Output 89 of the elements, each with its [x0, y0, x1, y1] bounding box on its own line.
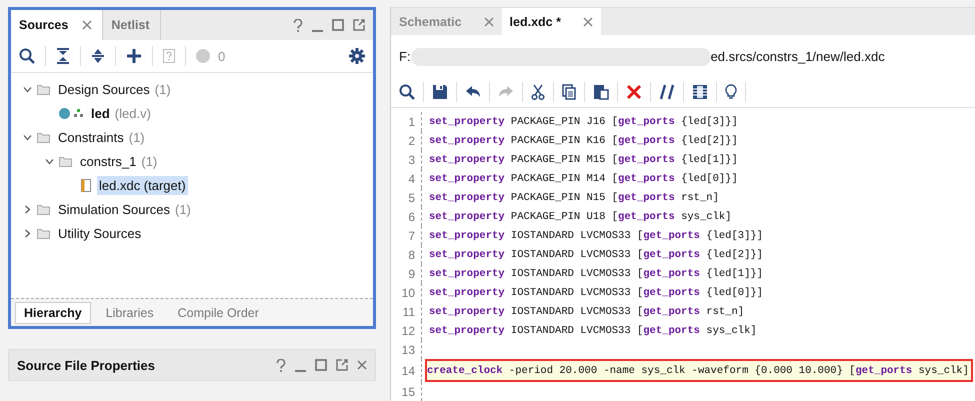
- module-dot-icon: [59, 108, 70, 118]
- line-number: 9: [407, 266, 415, 280]
- item-count: (1): [154, 82, 171, 96]
- code-line: set_property PACKAGE_PIN N15 [get_ports rst_n]: [429, 192, 719, 204]
- tree-item[interactable]: constrs_1: [78, 152, 138, 170]
- panel-tab[interactable]: Netlist: [103, 10, 161, 40]
- lightbulb-icon[interactable]: [725, 84, 737, 100]
- maximize-icon[interactable]: [332, 19, 344, 31]
- code-line: set_property IOSTANDARD LVCMOS33 [get_ports {led[3]}]: [429, 230, 763, 242]
- scissors-icon[interactable]: [531, 84, 545, 100]
- file-path: ed.srcs/constrs_1/new/led.xdc: [710, 49, 885, 64]
- code-line: create_clock -period 20.000 -name sys_clk -waveform {0.000 10.000} [get_ports sys_clk]: [427, 364, 969, 376]
- status-count: 0: [218, 48, 226, 64]
- help-icon[interactable]: [276, 358, 286, 372]
- item-count: (1): [141, 154, 158, 168]
- maximize-icon[interactable]: [315, 359, 327, 371]
- search-icon[interactable]: [399, 84, 415, 100]
- item-count: (1): [175, 202, 191, 216]
- delete-icon[interactable]: [626, 84, 642, 100]
- code-line: set_property IOSTANDARD LVCMOS33 [get_ports sys_clk]: [429, 324, 757, 336]
- float-icon[interactable]: [353, 19, 365, 31]
- code-line: set_property IOSTANDARD LVCMOS33 [get_ports {led[2]}]: [429, 248, 763, 260]
- settings-icon[interactable]: [349, 48, 365, 64]
- item-count: (1): [128, 130, 145, 144]
- collapse-all-icon[interactable]: [56, 48, 70, 64]
- close-icon[interactable]: [582, 16, 593, 27]
- tree-item[interactable]: Simulation Sources: [56, 200, 172, 218]
- line-number: 12: [400, 324, 415, 338]
- panel-tab[interactable]: Sources: [11, 10, 104, 40]
- editor-tab[interactable]: led.xdc *: [502, 8, 601, 36]
- code-line: set_property IOSTANDARD LVCMOS33 [get_ports {led[1]}]: [429, 268, 763, 280]
- item-count: (led.v): [114, 106, 151, 120]
- copy-icon[interactable]: [562, 84, 576, 100]
- column-icon[interactable]: [692, 84, 708, 100]
- view-tab[interactable]: Compile Order: [168, 302, 268, 324]
- line-number: 13: [400, 342, 415, 356]
- line-number: 2: [407, 134, 415, 148]
- code-line: set_property PACKAGE_PIN M14 [get_ports {led[0]}]: [429, 172, 738, 184]
- chevron-down-icon[interactable]: [23, 132, 32, 142]
- close-icon[interactable]: [484, 16, 494, 27]
- chevron-right-icon[interactable]: [23, 204, 32, 214]
- hierarchy-icon: [74, 109, 83, 117]
- folder-icon: [37, 132, 50, 142]
- code-line: set_property PACKAGE_PIN U18 [get_ports sys_clk]: [429, 210, 732, 222]
- folder-icon: [37, 204, 50, 214]
- close-icon[interactable]: [357, 360, 367, 370]
- line-number: 8: [407, 248, 415, 262]
- tree-item[interactable]: Utility Sources: [56, 224, 144, 242]
- line-number: 15: [400, 384, 415, 398]
- close-icon[interactable]: [82, 20, 92, 30]
- panel-title: Source File Properties: [17, 358, 155, 372]
- folder-icon: [37, 84, 50, 94]
- view-tab[interactable]: Hierarchy: [15, 302, 91, 324]
- add-icon[interactable]: [126, 48, 142, 64]
- folder-icon: [59, 156, 72, 166]
- help-icon[interactable]: [293, 18, 303, 32]
- file-path: F:: [399, 49, 411, 64]
- float-icon[interactable]: [336, 359, 348, 371]
- folder-icon: [37, 228, 50, 238]
- code-line: set_property PACKAGE_PIN J16 [get_ports {led[3]}]: [429, 116, 738, 128]
- search-icon[interactable]: [19, 48, 35, 64]
- tree-item[interactable]: Design Sources: [56, 80, 152, 98]
- tree-item[interactable]: Constraints: [56, 128, 126, 146]
- undo-icon[interactable]: [465, 85, 481, 100]
- expand-all-icon[interactable]: [91, 48, 105, 64]
- code-line: set_property IOSTANDARD LVCMOS33 [get_ports rst_n]: [429, 306, 744, 318]
- comment-icon[interactable]: [659, 84, 675, 100]
- chevron-down-icon[interactable]: [45, 156, 54, 166]
- line-number: 11: [402, 304, 415, 318]
- tree-item[interactable]: led: [89, 104, 112, 122]
- code-line: set_property IOSTANDARD LVCMOS33 [get_ports {led[0]}]: [429, 286, 763, 298]
- line-number: 1: [407, 114, 415, 128]
- code-line: set_property PACKAGE_PIN M15 [get_ports {led[1]}]: [429, 154, 738, 166]
- status-icon: [196, 49, 210, 63]
- tree-item[interactable]: led.xdc (target): [97, 176, 188, 194]
- paste-icon[interactable]: [593, 84, 609, 100]
- line-number: 7: [407, 228, 415, 242]
- line-number: 3: [407, 152, 415, 166]
- chevron-right-icon[interactable]: [23, 228, 32, 238]
- view-tab[interactable]: Libraries: [96, 302, 163, 324]
- code-line: set_property PACKAGE_PIN K16 [get_ports {led[2]}]: [429, 134, 738, 146]
- line-number: 10: [400, 286, 415, 300]
- save-icon[interactable]: [432, 84, 448, 100]
- line-number: 6: [407, 210, 415, 224]
- line-number: 5: [407, 190, 415, 204]
- line-number: 4: [407, 172, 415, 186]
- chevron-down-icon[interactable]: [23, 84, 32, 94]
- constraint-file-icon: [81, 178, 91, 192]
- line-number: 14: [400, 364, 415, 378]
